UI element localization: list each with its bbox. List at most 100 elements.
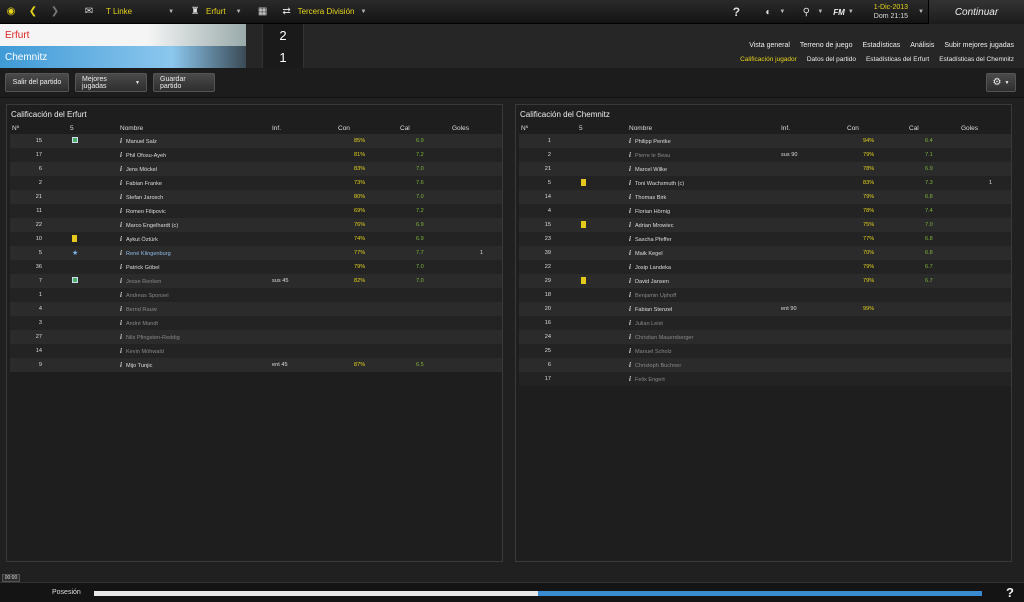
- player-name[interactable]: Philipp Pentke: [635, 139, 671, 145]
- away-team-name[interactable]: Chemnitz: [0, 46, 246, 68]
- table-row[interactable]: 1 i Andreas Sponsel: [10, 288, 502, 302]
- chevron-down-icon[interactable]: ▼: [817, 9, 823, 15]
- info-icon[interactable]: i: [629, 137, 631, 145]
- player-name[interactable]: Marcel Wilke: [635, 167, 667, 173]
- info-icon[interactable]: i: [120, 347, 122, 355]
- col-position[interactable]: 5: [50, 122, 120, 134]
- table-row[interactable]: 10 i Aykut Öztürk 74% 6.9: [10, 232, 502, 246]
- player-name-cell[interactable]: i Bernd Rauw: [120, 302, 272, 316]
- table-row[interactable]: 7 i Jesse Renken sus 45 82% 7.0: [10, 274, 502, 288]
- player-name-cell[interactable]: i Toni Wachsmuth (c): [629, 176, 781, 190]
- info-icon[interactable]: i: [629, 207, 631, 215]
- info-icon[interactable]: i: [629, 361, 631, 369]
- back-arrow-icon[interactable]: ❮: [26, 5, 40, 19]
- player-name[interactable]: Nils Pfingsten-Reddig: [126, 335, 180, 341]
- player-name[interactable]: Toni Wachsmuth (c): [635, 181, 684, 187]
- player-name[interactable]: Josip Landeka: [635, 265, 671, 271]
- player-name[interactable]: René Klingenburg: [126, 251, 171, 257]
- globe-icon[interactable]: ◐: [761, 5, 775, 19]
- chevron-down-icon[interactable]: ▼: [779, 9, 785, 15]
- info-icon[interactable]: i: [120, 235, 122, 243]
- info-icon[interactable]: i: [629, 221, 631, 229]
- info-icon[interactable]: i: [120, 207, 122, 215]
- table-row[interactable]: 14 i Thomas Birk 79% 6.8: [519, 190, 1011, 204]
- player-name[interactable]: Thomas Birk: [635, 195, 666, 201]
- competition-name[interactable]: Tercera División: [298, 7, 355, 16]
- table-row[interactable]: 36 i Patrick Göbel 79% 7.0: [10, 260, 502, 274]
- info-icon[interactable]: i: [120, 277, 122, 285]
- info-icon[interactable]: i: [629, 193, 631, 201]
- player-name[interactable]: Andreas Sponsel: [126, 293, 169, 299]
- tab-match-data[interactable]: Datos del partido: [807, 56, 856, 63]
- info-icon[interactable]: i: [120, 333, 122, 341]
- table-row[interactable]: 27 i Nils Pfingsten-Reddig: [10, 330, 502, 344]
- info-icon[interactable]: i: [120, 221, 122, 229]
- player-name-cell[interactable]: i Stefan Jarosch: [120, 190, 272, 204]
- player-name-cell[interactable]: i René Klingenburg: [120, 246, 272, 260]
- player-name[interactable]: Christoph Buchner: [635, 363, 681, 369]
- manager-name[interactable]: T Linke: [106, 7, 132, 16]
- tab-overview[interactable]: Vista general: [749, 42, 790, 49]
- player-name[interactable]: Bernd Rauw: [126, 307, 157, 313]
- info-icon[interactable]: i: [120, 319, 122, 327]
- player-name-cell[interactable]: i Manuel Scholz: [629, 344, 781, 358]
- player-name-cell[interactable]: i Sascha Pfeffer: [629, 232, 781, 246]
- player-name[interactable]: Romeo Filipovic: [126, 209, 166, 215]
- table-row[interactable]: 18 i Benjamin Uphoff: [519, 288, 1011, 302]
- table-row[interactable]: 2 i Pierre le Beau sus 90 79% 7.1: [519, 148, 1011, 162]
- info-icon[interactable]: i: [120, 263, 122, 271]
- col-name[interactable]: Nombre: [120, 122, 272, 134]
- info-icon[interactable]: i: [120, 291, 122, 299]
- col-name[interactable]: Nombre: [629, 122, 781, 134]
- swap-icon[interactable]: ⇄: [280, 5, 294, 19]
- player-name-cell[interactable]: i Mijo Tunjic: [120, 358, 272, 372]
- player-name[interactable]: Mijo Tunjic: [126, 363, 152, 369]
- info-icon[interactable]: i: [629, 277, 631, 285]
- info-icon[interactable]: i: [629, 151, 631, 159]
- info-icon[interactable]: i: [629, 319, 631, 327]
- player-name-cell[interactable]: i Florian Hörnig: [629, 204, 781, 218]
- tab-pitch[interactable]: Terreno de juego: [800, 42, 853, 49]
- player-name-cell[interactable]: i Fabian Franke: [120, 176, 272, 190]
- table-row[interactable]: 15 i Adrian Mrowiec 75% 7.0: [519, 218, 1011, 232]
- table-row[interactable]: 20 i Fabian Stenzel ent 90 99%: [519, 302, 1011, 316]
- player-name[interactable]: Felix Engert: [635, 377, 665, 383]
- chevron-down-icon[interactable]: ▼: [848, 9, 854, 15]
- player-name-cell[interactable]: i Jens Möckel: [120, 162, 272, 176]
- col-con[interactable]: Con: [841, 122, 901, 134]
- player-name-cell[interactable]: i Julian Leist: [629, 316, 781, 330]
- info-icon[interactable]: i: [629, 333, 631, 341]
- info-icon[interactable]: i: [629, 179, 631, 187]
- player-name[interactable]: Fabian Franke: [126, 181, 162, 187]
- player-name[interactable]: Aykut Öztürk: [126, 237, 158, 243]
- player-name-cell[interactable]: i Pierre le Beau: [629, 148, 781, 162]
- player-name-cell[interactable]: i Christoph Buchner: [629, 358, 781, 372]
- player-name-cell[interactable]: i Benjamin Uphoff: [629, 288, 781, 302]
- player-name-cell[interactable]: i Jesse Renken: [120, 274, 272, 288]
- home-icon[interactable]: ◉: [4, 5, 18, 19]
- club-name[interactable]: Erfurt: [206, 7, 226, 16]
- tab-home-stats[interactable]: Estadísticas del Erfurt: [866, 56, 929, 63]
- player-name-cell[interactable]: i Adrian Mrowiec: [629, 218, 781, 232]
- player-name[interactable]: Benjamin Uphoff: [635, 293, 676, 299]
- table-row[interactable]: 3 i André Mandt: [10, 316, 502, 330]
- table-row[interactable]: 39 i Maik Kegel 70% 6.8: [519, 246, 1011, 260]
- table-row[interactable]: 4 i Florian Hörnig 78% 7.4: [519, 204, 1011, 218]
- player-name[interactable]: Patrick Göbel: [126, 265, 160, 271]
- table-row[interactable]: 5 i Toni Wachsmuth (c) 83% 7.3 1: [519, 176, 1011, 190]
- player-name[interactable]: Pierre le Beau: [635, 153, 670, 159]
- player-name[interactable]: Sascha Pfeffer: [635, 237, 672, 243]
- table-row[interactable]: 2 i Fabian Franke 73% 7.6: [10, 176, 502, 190]
- info-icon[interactable]: i: [120, 193, 122, 201]
- info-icon[interactable]: i: [629, 305, 631, 313]
- table-row[interactable]: 17 i Phil Ofosu-Ayeh 81% 7.2: [10, 148, 502, 162]
- info-icon[interactable]: i: [120, 361, 122, 369]
- player-name-cell[interactable]: i Phil Ofosu-Ayeh: [120, 148, 272, 162]
- table-row[interactable]: 24 i Christian Mauersberger: [519, 330, 1011, 344]
- info-icon[interactable]: i: [629, 375, 631, 383]
- player-name-cell[interactable]: i Fabian Stenzel: [629, 302, 781, 316]
- continue-button[interactable]: Continuar: [928, 0, 1024, 24]
- help-icon[interactable]: ?: [1006, 585, 1014, 600]
- col-info[interactable]: Inf.: [272, 122, 332, 134]
- player-name-cell[interactable]: i Thomas Birk: [629, 190, 781, 204]
